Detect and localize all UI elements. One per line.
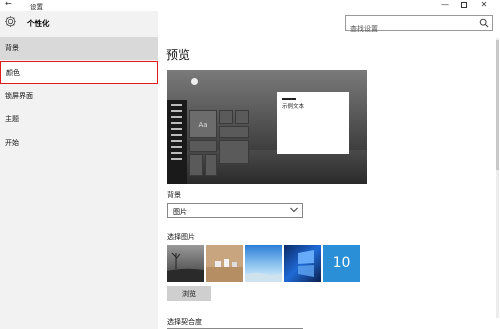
nav-item-label: 背景 xyxy=(5,44,19,52)
nav-item-lock-screen[interactable]: 锁屏界面 xyxy=(0,85,158,108)
nav-item-label: 颜色 xyxy=(6,69,20,77)
scrollbar[interactable] xyxy=(496,38,499,318)
background-dropdown[interactable]: 图片 xyxy=(167,203,303,218)
preview-moon xyxy=(191,78,198,85)
picture-thumbnail-1[interactable] xyxy=(167,245,204,282)
nav-item-label: 开始 xyxy=(5,139,19,147)
maximize-icon[interactable] xyxy=(457,0,471,10)
preview-image: Aa 示例文本 xyxy=(167,70,367,184)
choose-picture-label: 选择图片 xyxy=(167,233,195,241)
minimize-icon[interactable]: — xyxy=(438,0,452,10)
nav-item-start[interactable]: 开始 xyxy=(0,132,158,155)
background-dropdown-value: 图片 xyxy=(173,208,187,216)
search-icon[interactable] xyxy=(479,18,489,28)
background-label: 背景 xyxy=(167,191,181,199)
search-box[interactable] xyxy=(345,15,493,36)
left-navigation-pane: 个性化 背景 颜色 锁屏界面 主题 开始 xyxy=(0,11,158,329)
section-title: 个性化 xyxy=(27,19,50,28)
nav-item-label: 主题 xyxy=(5,115,19,123)
nav-item-colors[interactable]: 颜色 xyxy=(0,61,158,84)
preview-tiles: Aa xyxy=(189,110,253,178)
preview-sample-text: 示例文本 xyxy=(282,104,305,110)
window-title: 设置 xyxy=(30,3,43,11)
title-bar: ← 设置 — ✕ xyxy=(0,0,500,11)
nav-item-background[interactable]: 背景 xyxy=(0,37,158,60)
preview-sample-window: 示例文本 xyxy=(277,92,349,154)
nav-item-label: 锁屏界面 xyxy=(5,92,33,100)
choose-fit-label: 选择契合度 xyxy=(167,318,202,326)
picture-thumbnail-4[interactable] xyxy=(284,245,321,282)
picture-thumbnail-3[interactable] xyxy=(245,245,282,282)
scrollbar-thumb[interactable] xyxy=(496,40,499,170)
close-icon[interactable]: ✕ xyxy=(477,0,491,10)
picture-thumbnail-5[interactable]: 10 xyxy=(323,245,360,282)
chevron-down-icon xyxy=(290,207,298,213)
section-header: 个性化 xyxy=(0,11,158,35)
preview-heading: 预览 xyxy=(166,48,191,62)
nav-item-themes[interactable]: 主题 xyxy=(0,108,158,131)
main-content: 预览 Aa 示例文本 背景 图片 选择图片 10 浏览 选择契合度 xyxy=(158,32,500,329)
browse-button[interactable]: 浏览 xyxy=(167,286,211,301)
back-arrow-icon[interactable]: ← xyxy=(5,0,12,8)
preview-tile-aa: Aa xyxy=(189,110,217,138)
picture-thumbnail-2[interactable] xyxy=(206,245,243,282)
gear-icon xyxy=(5,16,16,27)
preview-start-bar xyxy=(167,100,187,184)
